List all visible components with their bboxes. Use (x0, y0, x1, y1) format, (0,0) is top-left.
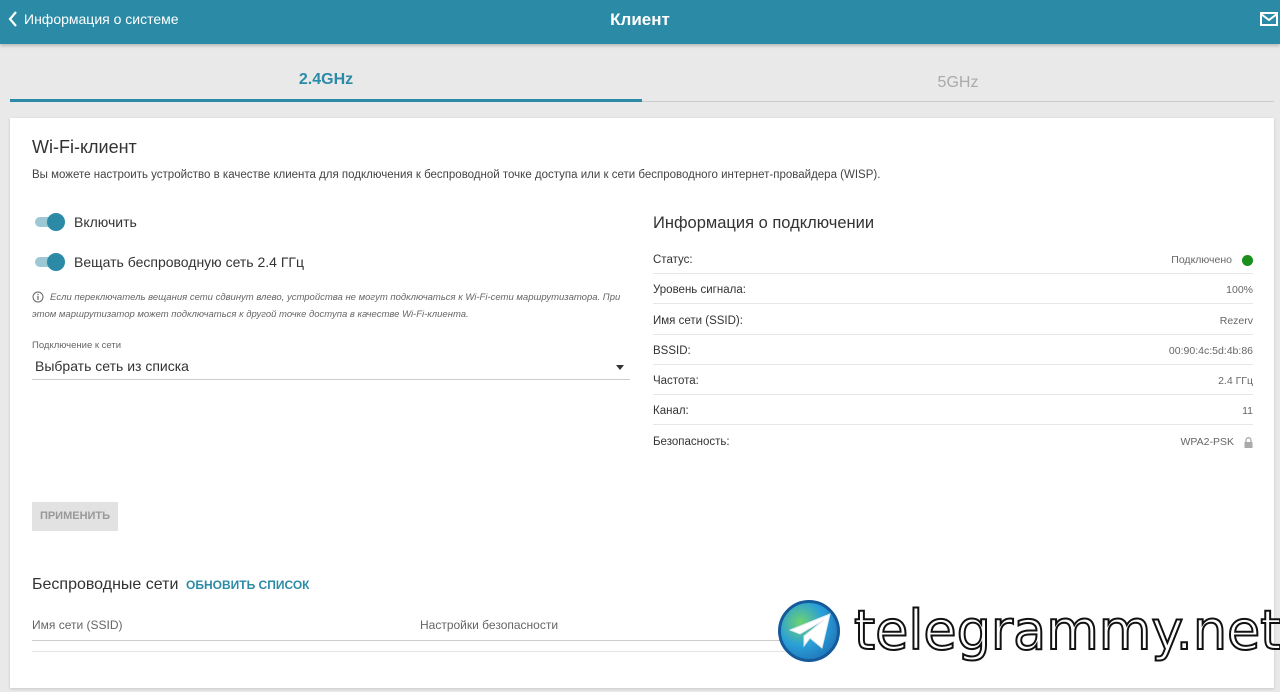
info-row-ssid: Имя сети (SSID): Rezerv (653, 305, 1253, 335)
info-note-text: Если переключатель вещания сети сдвинут … (32, 292, 621, 320)
info-row-bssid: BSSID: 00:90:4c:5d:4b:86 (653, 335, 1253, 365)
section-title: Wi-Fi-клиент (32, 137, 137, 157)
info-key: Канал: (653, 405, 689, 417)
paper-plane-icon (788, 613, 831, 649)
table-divider (32, 651, 802, 652)
info-key: Статус: (653, 254, 693, 266)
broadcast-label: Вещать беспроводную сеть 2.4 ГГц (74, 254, 305, 270)
info-value: Подключено (1171, 254, 1232, 266)
enable-label: Включить (74, 214, 137, 230)
mail-icon[interactable] (1260, 12, 1278, 31)
info-key: Безопасность: (653, 436, 730, 448)
lock-icon (1244, 436, 1253, 448)
info-value: 11 (1242, 405, 1253, 417)
info-row-signal: Уровень сигнала: 100% (653, 274, 1253, 304)
info-value: 2.4 ГГц (1218, 375, 1253, 387)
broadcast-toggle[interactable] (34, 253, 65, 271)
connection-select-value: Выбрать сеть из списка (35, 358, 189, 374)
watermark-text: telegrammy.net (853, 598, 1280, 663)
info-row-channel: Канал: 11 (653, 395, 1253, 425)
info-key: Частота: (653, 375, 699, 387)
top-bar: Информация о системе Клиент (0, 0, 1280, 44)
dropdown-arrow-icon (616, 365, 624, 370)
page-title: Клиент (610, 10, 670, 29)
info-value: WPA2-PSK (1180, 436, 1234, 448)
connection-info-title: Информация о подключении (653, 214, 875, 232)
watermark-logo: telegrammy.net (776, 598, 1280, 668)
info-row-status: Статус: Подключено (653, 244, 1253, 274)
info-key: Уровень сигнала: (653, 284, 746, 296)
section-description: Вы можете настроить устройство в качеств… (32, 169, 881, 181)
enable-row: Включить (34, 213, 137, 231)
wireless-networks-title: Беспроводные сети (32, 576, 179, 593)
column-header-security[interactable]: Настройки безопасности (420, 618, 558, 632)
info-value: 100% (1226, 284, 1253, 296)
info-row-frequency: Частота: 2.4 ГГц (653, 365, 1253, 395)
column-header-ssid[interactable]: Имя сети (SSID) (32, 618, 123, 632)
tab-2-4ghz[interactable]: 2.4GHz (10, 58, 642, 102)
info-note: Если переключатель вещания сети сдвинут … (32, 289, 632, 323)
info-value: Rezerv (1219, 315, 1253, 327)
broadcast-row: Вещать беспроводную сеть 2.4 ГГц (34, 253, 304, 271)
info-value: 00:90:4c:5d:4b:86 (1168, 345, 1253, 357)
band-tabs: 2.4GHz 5GHz (10, 58, 1274, 102)
connection-label: Подключение к сети (32, 340, 122, 351)
info-key: Имя сети (SSID): (653, 315, 743, 327)
tab-5ghz[interactable]: 5GHz (642, 58, 1274, 102)
connection-select[interactable]: Выбрать сеть из списка (32, 354, 630, 380)
table-divider (32, 640, 802, 641)
status-dot-icon (1242, 254, 1253, 266)
apply-button[interactable]: ПРИМЕНИТЬ (32, 502, 118, 531)
info-icon (32, 291, 44, 309)
info-key: BSSID: (653, 345, 691, 357)
info-row-security: Безопасность: WPA2-PSK (653, 426, 1253, 456)
refresh-list-link[interactable]: ОБНОВИТЬ СПИСОК (186, 578, 309, 592)
enable-toggle[interactable] (34, 213, 65, 231)
